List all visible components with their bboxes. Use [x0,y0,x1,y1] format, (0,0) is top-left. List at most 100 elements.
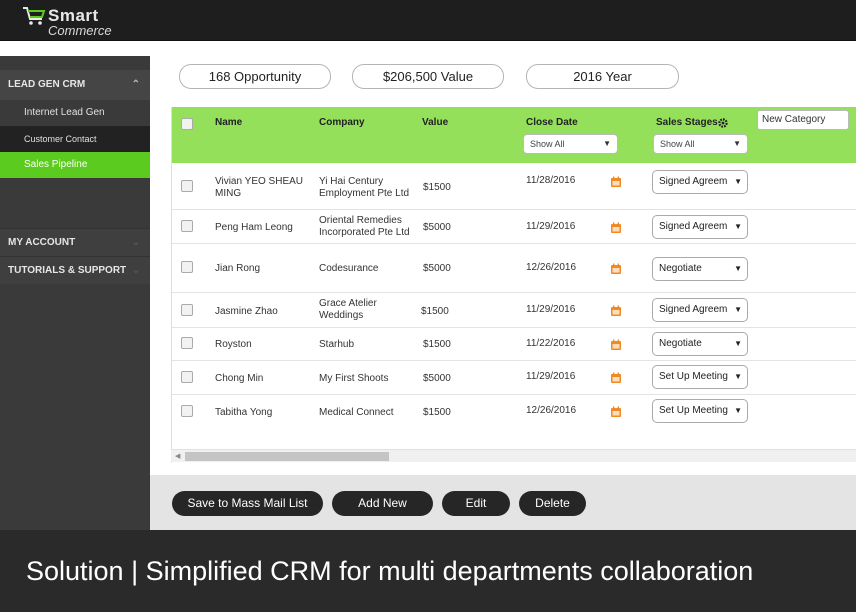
cell-close-date: 11/29/2016 [526,221,576,232]
table-row[interactable]: Tabitha Yong Medical Connect $1500 12/26… [172,395,856,429]
selected-stage: Signed Agreem [659,304,728,315]
sales-stage-select[interactable]: Set Up Meeting ▼ [652,365,748,389]
main-content: 168 Opportunity $206,500 Value 2016 Year… [150,56,856,530]
sales-stage-select[interactable]: Signed Agreem ▼ [652,170,748,194]
chevron-down-icon: ⌄ [131,237,140,248]
caret-down-icon: ▼ [732,258,742,280]
cell-company: Grace Atelier Weddings [319,298,377,321]
row-checkbox[interactable] [181,405,193,417]
caret-down-icon: ▼ [603,139,611,148]
caption-banner: Solution | Simplified CRM for multi depa… [0,530,856,612]
sidebar-item-label: Internet Lead Gen [24,107,105,118]
value-summary: $206,500 Value [352,64,504,89]
cell-name: Tabitha Yong [215,407,273,418]
caption-text: Solution | Simplified CRM for multi depa… [26,556,754,586]
row-checkbox[interactable] [181,371,193,383]
row-checkbox[interactable] [181,337,193,349]
sidebar-section-label: LEAD GEN CRM [8,79,86,90]
calendar-icon[interactable] [610,339,622,351]
scroll-left-icon[interactable]: ◀ [175,450,180,463]
cart-icon [23,7,46,25]
chevron-down-icon: ⌄ [131,265,140,276]
selected-stage: Set Up Meeting [659,405,728,416]
cell-close-date: 12/26/2016 [526,262,577,273]
sales-stage-select[interactable]: Signed Agreem ▼ [652,215,748,239]
cell-value: $1500 [423,407,451,418]
brand-name-line2: Commerce [48,23,112,38]
column-header-value[interactable]: Value [422,117,448,128]
selected-stage: Negotiate [659,263,702,274]
calendar-icon[interactable] [610,372,622,384]
row-checkbox[interactable] [181,220,193,232]
cell-value: $1500 [423,182,451,193]
select-all-checkbox[interactable] [181,118,193,130]
sidebar-section-label: MY ACCOUNT [8,237,76,248]
sales-stage-select[interactable]: Negotiate ▼ [652,332,748,356]
table-row[interactable]: Jasmine Zhao Grace Atelier Weddings $150… [172,293,856,328]
table-row[interactable]: Royston Starhub $1500 11/22/2016 Negotia… [172,328,856,361]
table-row[interactable]: Chong Min My First Shoots $5000 11/29/20… [172,361,856,395]
table-row[interactable]: Vivian YEO SHEAU MING Yi Hai Century Emp… [172,163,856,210]
cell-company: Oriental Remedies Incorporated Pte Ltd [319,215,410,238]
cell-name: Vivian YEO SHEAU MING [215,176,304,199]
row-checkbox[interactable] [181,180,193,192]
calendar-icon[interactable] [610,406,622,418]
new-category-input[interactable]: New Category [757,110,849,130]
selected-stage: Signed Agreem [659,176,728,187]
sidebar-section-tutorials-support[interactable]: TUTORIALS & SUPPORT ⌄ [0,256,150,284]
caret-down-icon: ▼ [732,333,742,355]
action-bar: Save to Mass Mail List Add New Edit Dele… [150,475,856,530]
cell-close-date: 11/22/2016 [526,338,576,349]
top-strip [0,41,856,56]
cell-name: Jian Rong [215,263,261,274]
row-checkbox[interactable] [181,304,193,316]
calendar-icon[interactable] [610,222,622,234]
sidebar-section-label: TUTORIALS & SUPPORT [8,265,127,276]
scrollbar-thumb[interactable] [185,452,389,461]
caret-down-icon: ▼ [732,216,742,238]
table-row[interactable]: Jian Rong Codesurance $5000 12/26/2016 N… [172,244,856,293]
column-header-name[interactable]: Name [215,117,242,128]
cell-value: $5000 [423,222,451,233]
sidebar-section-lead-gen-crm[interactable]: LEAD GEN CRM ⌃ [0,70,150,100]
selected-stage: Signed Agreem [659,221,728,232]
close-date-filter[interactable]: Show All ▼ [523,134,618,154]
column-header-sales-stages[interactable]: Sales Stages [656,117,718,128]
gear-icon[interactable] [717,117,729,129]
column-header-close-date[interactable]: Close Date [526,117,578,128]
sidebar-item-customer-contact[interactable]: Customer Contact [0,126,150,152]
chevron-up-icon: ⌃ [131,79,140,90]
calendar-icon[interactable] [610,176,622,188]
save-to-mass-mail-button[interactable]: Save to Mass Mail List [172,491,323,516]
delete-button[interactable]: Delete [519,491,586,516]
caret-down-icon: ▼ [733,139,741,148]
cell-company: Starhub [319,339,355,350]
add-new-button[interactable]: Add New [332,491,433,516]
sales-stage-select[interactable]: Negotiate ▼ [652,257,748,281]
sales-stage-select[interactable]: Signed Agreem ▼ [652,298,748,322]
selected-stage: Set Up Meeting [659,371,728,382]
sales-stage-select[interactable]: Set Up Meeting ▼ [652,399,748,423]
sidebar-item-sales-pipeline[interactable]: Sales Pipeline [0,152,150,178]
sales-stages-filter[interactable]: Show All ▼ [653,134,748,154]
table-row[interactable]: Peng Ham Leong Oriental Remedies Incorpo… [172,210,856,244]
edit-button[interactable]: Edit [442,491,510,516]
opportunity-summary: 168 Opportunity [179,64,331,89]
cell-company: Yi Hai Century Employment Pte Ltd [319,176,410,199]
cell-value: $1500 [423,339,451,350]
filter-value: Show All [530,139,565,149]
year-summary: 2016 Year [526,64,679,89]
caret-down-icon: ▼ [732,400,742,422]
sidebar-item-internet-lead-gen[interactable]: Internet Lead Gen [0,100,150,126]
cell-company: Codesurance [319,263,379,274]
cell-company: My First Shoots [319,373,389,384]
cell-close-date: 11/29/2016 [526,371,576,382]
calendar-icon[interactable] [610,263,622,275]
top-bar: Smart Commerce [0,0,856,41]
row-checkbox[interactable] [181,261,193,273]
horizontal-scrollbar[interactable]: ◀ [171,449,856,462]
sidebar-section-my-account[interactable]: MY ACCOUNT ⌄ [0,228,150,256]
cell-close-date: 11/29/2016 [526,304,576,315]
column-header-company[interactable]: Company [319,117,365,128]
calendar-icon[interactable] [610,305,622,317]
